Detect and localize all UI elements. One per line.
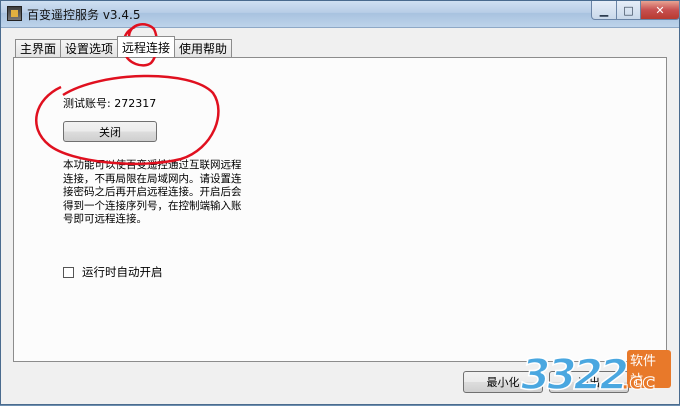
maximize-icon: □ [623, 3, 634, 17]
autostart-option[interactable]: 运行时自动开启 [63, 264, 163, 280]
tab-bar: 主界面 设置选项 远程连接 使用帮助 [15, 36, 233, 57]
app-window: 百变遥控服务 v3.4.5 ▁ □ ✕ 主界面 设置选项 远程连接 使用帮助 测… [0, 0, 680, 405]
title-bar[interactable]: 百变遥控服务 v3.4.5 ▁ □ ✕ [1, 1, 680, 28]
close-window-button[interactable]: ✕ [640, 1, 680, 20]
feature-description: 本功能可以使百变遥控通过互联网远程连接，不再局限在局域网内。请设置连接密码之后再… [63, 159, 242, 225]
window-title: 百变遥控服务 v3.4.5 [27, 8, 141, 22]
watermark-domain: .cc [620, 370, 656, 396]
minimize-window-button[interactable]: ▁ [591, 1, 617, 20]
watermark-number: 3322 [520, 349, 629, 400]
test-account-label: 测试账号: 272317 [63, 97, 157, 110]
close-icon: ✕ [655, 3, 665, 17]
tab-main[interactable]: 主界面 [15, 39, 62, 57]
autostart-label: 运行时自动开启 [82, 265, 163, 279]
close-connection-button[interactable]: 关闭 [63, 121, 157, 142]
maximize-window-button[interactable]: □ [616, 1, 641, 20]
tab-remote-connection[interactable]: 远程连接 [117, 36, 176, 57]
app-icon [7, 6, 22, 21]
autostart-checkbox[interactable] [63, 266, 74, 278]
minimize-icon: ▁ [599, 3, 609, 17]
tab-help[interactable]: 使用帮助 [174, 39, 233, 57]
site-watermark: 3322 软件站 .cc [520, 346, 671, 404]
tab-settings[interactable]: 设置选项 [60, 39, 119, 57]
